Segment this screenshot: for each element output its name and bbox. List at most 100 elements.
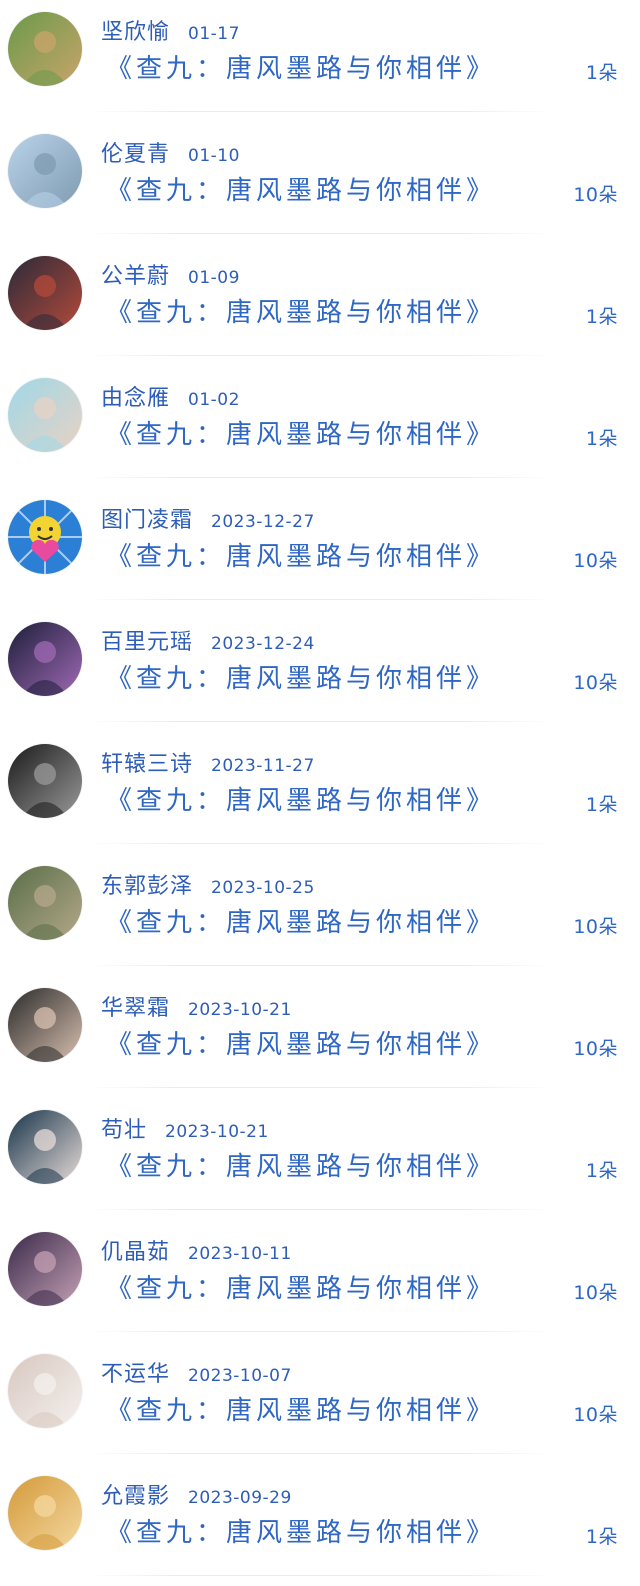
work-title[interactable]: 《查九：唐风墨路与你相伴》 — [106, 1146, 496, 1183]
divider — [88, 233, 552, 234]
gift-date: 2023-10-25 — [211, 878, 315, 898]
work-title[interactable]: 《查九：唐风墨路与你相伴》 — [106, 170, 496, 207]
flower-count: 1朵 — [585, 62, 618, 84]
username[interactable]: 坚欣愉 01-17 — [101, 14, 240, 46]
cap-portrait-avatar[interactable] — [8, 988, 82, 1062]
landscape-avatar[interactable] — [8, 12, 82, 86]
flower-count: 10朵 — [573, 672, 618, 694]
gift-date: 01-17 — [188, 24, 240, 44]
work-title[interactable]: 《查九：唐风墨路与你相伴》 — [106, 292, 496, 329]
username[interactable]: 公羊蔚 01-09 — [101, 258, 240, 290]
flower-count: 1朵 — [585, 794, 618, 816]
work-title[interactable]: 《查九：唐风墨路与你相伴》 — [106, 414, 496, 451]
divider — [88, 355, 552, 356]
username[interactable]: 不运华 2023-10-07 — [101, 1356, 292, 1388]
smiley-heart-avatar[interactable] — [8, 500, 82, 574]
work-title[interactable]: 《查九：唐风墨路与你相伴》 — [106, 48, 496, 85]
username-text: 不运华 — [101, 1362, 171, 1387]
gift-record-list: 坚欣愉 01-17 《查九：唐风墨路与你相伴》 1朵 伦夏青 01-10 《查九：唐风墨路… — [0, 0, 640, 1586]
monochrome-profile-avatar[interactable] — [8, 744, 82, 818]
list-item[interactable]: 苟壮 2023-10-21 《查九：唐风墨路与你相伴》 1朵 — [0, 1098, 640, 1220]
username[interactable]: 轩辕三诗 2023-11-27 — [101, 746, 315, 778]
flower-count: 10朵 — [573, 916, 618, 938]
list-item[interactable]: 华翠霜 2023-10-21 《查九：唐风墨路与你相伴》 10朵 — [0, 976, 640, 1098]
username-text: 百里元瑶 — [101, 630, 194, 655]
list-item[interactable]: 公羊蔚 01-09 《查九：唐风墨路与你相伴》 1朵 — [0, 244, 640, 366]
username-text: 公羊蔚 — [101, 264, 171, 289]
gift-date: 2023-09-29 — [188, 1488, 292, 1508]
golden-hand-avatar[interactable] — [8, 1476, 82, 1550]
list-item[interactable]: 百里元瑶 2023-12-24 《查九：唐风墨路与你相伴》 10朵 — [0, 610, 640, 732]
username-text: 允霞影 — [101, 1484, 171, 1509]
list-item[interactable]: 由念雁 01-02 《查九：唐风墨路与你相伴》 1朵 — [0, 366, 640, 488]
flower-count: 10朵 — [573, 184, 618, 206]
list-item[interactable]: 图门凌霜 2023-12-27 《查九：唐风墨路与你相伴》 10朵 — [0, 488, 640, 610]
list-item[interactable]: 允霞影 2023-09-29 《查九：唐风墨路与你相伴》 1朵 — [0, 1464, 640, 1586]
child-rabbit-avatar[interactable] — [8, 1354, 82, 1428]
list-item[interactable]: 坚欣愉 01-17 《查九：唐风墨路与你相伴》 1朵 — [0, 0, 640, 122]
work-title[interactable]: 《查九：唐风墨路与你相伴》 — [106, 1024, 496, 1061]
flower-count: 1朵 — [585, 1160, 618, 1182]
gift-date: 01-10 — [188, 146, 240, 166]
username[interactable]: 图门凌霜 2023-12-27 — [101, 502, 315, 534]
divider — [88, 477, 552, 478]
username-text: 仉晶茹 — [101, 1240, 171, 1265]
divider — [88, 721, 552, 722]
username-text: 伦夏青 — [101, 142, 171, 167]
flower-count: 10朵 — [573, 1282, 618, 1304]
username[interactable]: 仉晶茹 2023-10-11 — [101, 1234, 292, 1266]
girl-portrait-avatar[interactable] — [8, 378, 82, 452]
divider — [88, 1575, 552, 1576]
username-text: 图门凌霜 — [101, 508, 194, 533]
gift-date: 2023-10-07 — [188, 1366, 292, 1386]
username[interactable]: 允霞影 2023-09-29 — [101, 1478, 292, 1510]
divider — [88, 599, 552, 600]
gift-date: 2023-10-21 — [165, 1122, 269, 1142]
username[interactable]: 华翠霜 2023-10-21 — [101, 990, 292, 1022]
gift-date: 2023-12-27 — [211, 512, 315, 532]
work-title[interactable]: 《查九：唐风墨路与你相伴》 — [106, 536, 496, 573]
gift-date: 01-09 — [188, 268, 240, 288]
username-text: 轩辕三诗 — [101, 752, 194, 777]
divider — [88, 843, 552, 844]
gift-date: 2023-10-11 — [188, 1244, 292, 1264]
stage-avatar[interactable] — [8, 622, 82, 696]
username[interactable]: 由念雁 01-02 — [101, 380, 240, 412]
divider — [88, 111, 552, 112]
group-photo-avatar[interactable] — [8, 256, 82, 330]
username[interactable]: 东郭彭泽 2023-10-25 — [101, 868, 315, 900]
work-title[interactable]: 《查九：唐风墨路与你相伴》 — [106, 1268, 496, 1305]
flower-count: 10朵 — [573, 1038, 618, 1060]
flower-count: 1朵 — [585, 428, 618, 450]
username-text: 苟壮 — [101, 1118, 148, 1143]
flower-count: 1朵 — [585, 306, 618, 328]
gift-date: 2023-11-27 — [211, 756, 315, 776]
divider — [88, 1087, 552, 1088]
username-text: 华翠霜 — [101, 996, 171, 1021]
gift-date: 2023-10-21 — [188, 1000, 292, 1020]
divider — [88, 1331, 552, 1332]
work-title[interactable]: 《查九：唐风墨路与你相伴》 — [106, 658, 496, 695]
list-item[interactable]: 伦夏青 01-10 《查九：唐风墨路与你相伴》 10朵 — [0, 122, 640, 244]
username-text: 由念雁 — [101, 386, 171, 411]
username[interactable]: 伦夏青 01-10 — [101, 136, 240, 168]
work-title[interactable]: 《查九：唐风墨路与你相伴》 — [106, 1512, 496, 1549]
work-title[interactable]: 《查九：唐风墨路与你相伴》 — [106, 780, 496, 817]
list-item[interactable]: 东郭彭泽 2023-10-25 《查九：唐风墨路与你相伴》 10朵 — [0, 854, 640, 976]
username[interactable]: 苟壮 2023-10-21 — [101, 1112, 269, 1144]
list-item[interactable]: 仉晶茹 2023-10-11 《查九：唐风墨路与你相伴》 10朵 — [0, 1220, 640, 1342]
flower-count: 1朵 — [585, 1526, 618, 1548]
lady-flower-avatar[interactable] — [8, 1110, 82, 1184]
username[interactable]: 百里元瑶 2023-12-24 — [101, 624, 315, 656]
flower-count: 10朵 — [573, 1404, 618, 1426]
gift-date: 2023-12-24 — [211, 634, 315, 654]
outdoor-sitting-avatar[interactable] — [8, 866, 82, 940]
gift-date: 01-02 — [188, 390, 240, 410]
list-item[interactable]: 不运华 2023-10-07 《查九：唐风墨路与你相伴》 10朵 — [0, 1342, 640, 1464]
work-title[interactable]: 《查九：唐风墨路与你相伴》 — [106, 902, 496, 939]
list-item[interactable]: 轩辕三诗 2023-11-27 《查九：唐风墨路与你相伴》 1朵 — [0, 732, 640, 854]
divider — [88, 1209, 552, 1210]
seaside-avatar[interactable] — [8, 134, 82, 208]
work-title[interactable]: 《查九：唐风墨路与你相伴》 — [106, 1390, 496, 1427]
singer-avatar[interactable] — [8, 1232, 82, 1306]
